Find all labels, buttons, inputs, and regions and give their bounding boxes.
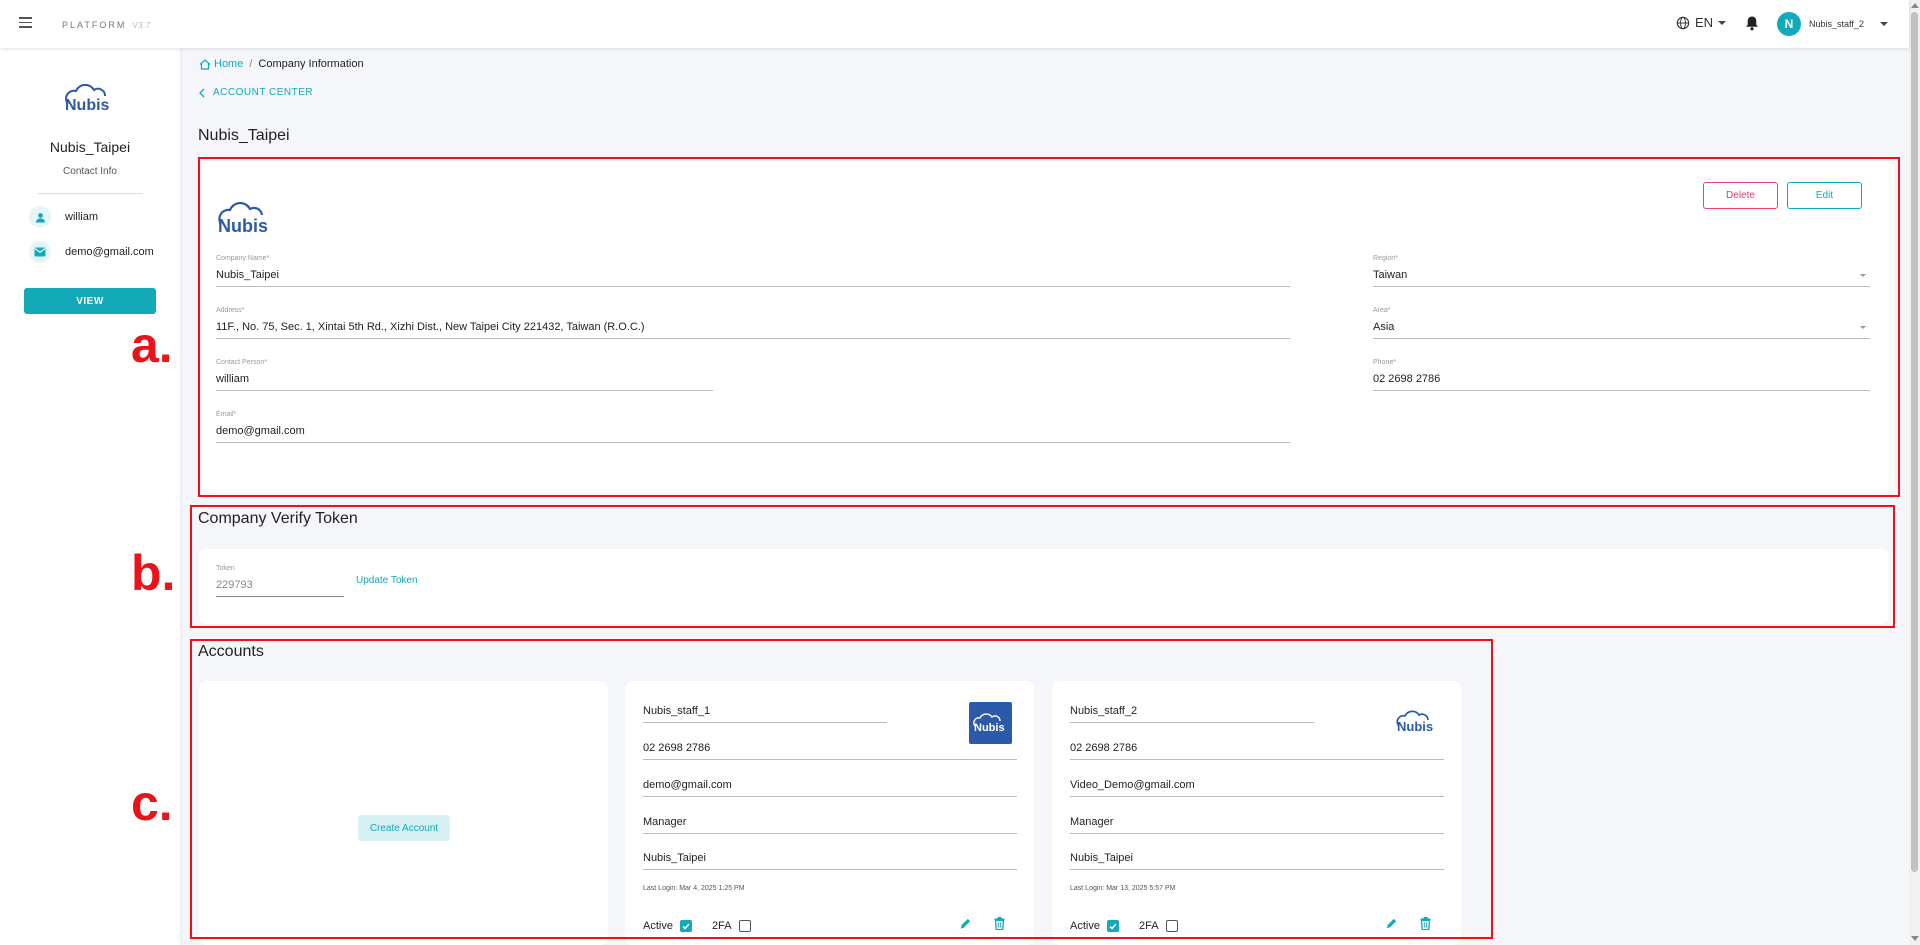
email-text: demo@gmail.com bbox=[65, 246, 154, 258]
back-to-account-center[interactable]: ACCOUNT CENTER bbox=[199, 87, 313, 98]
company-card-logo: Nubis bbox=[215, 201, 279, 239]
company-name-field[interactable]: Company Name* Nubis_Taipei bbox=[216, 255, 1290, 287]
twofa-checkbox[interactable] bbox=[738, 920, 751, 932]
breadcrumb-home[interactable]: Home bbox=[199, 58, 243, 70]
phone-field[interactable]: Phone* 02 2698 2786 bbox=[1373, 359, 1870, 391]
account-phone[interactable]: 02 2698 2786 bbox=[643, 742, 1017, 760]
token-field: Token 229793 bbox=[216, 565, 344, 597]
annotation-label-b: b. bbox=[131, 545, 176, 601]
area-value[interactable]: Asia bbox=[1373, 321, 1870, 339]
version-label: V3.7 bbox=[132, 21, 151, 30]
person-icon bbox=[29, 206, 51, 228]
company-info-card: Nubis Delete Edit Company Name* Nubis_Ta… bbox=[203, 162, 1894, 492]
chevron-down-icon bbox=[1879, 22, 1888, 26]
contact-info-label: Contact Info bbox=[63, 166, 117, 177]
contact-person-input[interactable]: william bbox=[216, 373, 713, 391]
company-logo: Nubis bbox=[62, 83, 120, 117]
email-field[interactable]: Email* demo@gmail.com bbox=[216, 411, 1290, 443]
area-select[interactable]: Area* Asia bbox=[1373, 307, 1870, 339]
token-card: Token 229793 Update Token bbox=[199, 549, 1889, 624]
last-login: Last Login: Mar 4, 2025 1:25 PM bbox=[643, 885, 745, 892]
account-actions bbox=[959, 917, 1005, 933]
account-username[interactable]: Nubis_staff_2 bbox=[1070, 705, 1314, 723]
svg-text:Nubis: Nubis bbox=[974, 722, 1005, 734]
edit-button[interactable]: Edit bbox=[1787, 182, 1862, 209]
token-section-title: Company Verify Token bbox=[198, 510, 358, 527]
page-scrollbar[interactable] bbox=[1909, 0, 1920, 945]
mail-icon bbox=[29, 241, 51, 263]
svg-text:Nubis: Nubis bbox=[218, 216, 268, 236]
breadcrumb: Home / Company Information bbox=[199, 58, 364, 70]
trash-icon[interactable] bbox=[1420, 917, 1431, 933]
contact-person-text: william bbox=[65, 211, 98, 223]
account-flags: Active 2FA bbox=[643, 920, 751, 932]
annotation-label-a: a. bbox=[131, 317, 173, 373]
account-avatar-logo: Nubis bbox=[969, 702, 1012, 744]
edit-pencil-icon[interactable] bbox=[1385, 917, 1398, 933]
platform-brand: PLATFORM V3.7 bbox=[62, 20, 151, 30]
language-selector[interactable]: EN bbox=[1676, 15, 1727, 30]
user-menu[interactable]: N Nubis_staff_2 bbox=[1777, 12, 1888, 36]
sidebar-contact-person: william bbox=[29, 206, 98, 228]
token-value: 229793 bbox=[216, 579, 344, 597]
divider bbox=[38, 193, 143, 194]
account-flags: Active 2FA bbox=[1070, 920, 1178, 932]
account-phone[interactable]: 02 2698 2786 bbox=[1070, 742, 1444, 760]
scroll-up-arrow-icon[interactable] bbox=[1911, 3, 1919, 8]
phone-input[interactable]: 02 2698 2786 bbox=[1373, 373, 1870, 391]
update-token-button[interactable]: Update Token bbox=[356, 575, 418, 586]
account-username[interactable]: Nubis_staff_1 bbox=[643, 705, 887, 723]
create-account-card: Create Account bbox=[199, 681, 608, 945]
scroll-thumb[interactable] bbox=[1911, 12, 1918, 872]
address-input[interactable]: 11F., No. 75, Sec. 1, Xintai 5th Rd., Xi… bbox=[216, 321, 1290, 339]
edit-pencil-icon[interactable] bbox=[959, 917, 972, 933]
company-name-input[interactable]: Nubis_Taipei bbox=[216, 269, 1290, 287]
avatar: N bbox=[1777, 12, 1801, 36]
annotation-label-c: c. bbox=[131, 775, 173, 831]
chevron-left-icon bbox=[199, 88, 205, 97]
scroll-down-arrow-icon[interactable] bbox=[1911, 936, 1919, 941]
view-button[interactable]: VIEW bbox=[24, 288, 156, 314]
globe-icon bbox=[1676, 16, 1690, 29]
account-company[interactable]: Nubis_Taipei bbox=[1070, 852, 1444, 870]
hamburger-menu-icon[interactable] bbox=[19, 17, 32, 28]
active-checkbox[interactable] bbox=[1106, 920, 1119, 932]
notification-bell-icon[interactable] bbox=[1745, 15, 1759, 34]
svg-text:Nubis: Nubis bbox=[65, 97, 110, 114]
account-card: Nubis_staff_2 02 2698 2786 Video_Demo@gm… bbox=[1052, 681, 1461, 945]
home-icon bbox=[199, 58, 211, 70]
accounts-section-title: Accounts bbox=[198, 643, 264, 660]
trash-icon[interactable] bbox=[994, 917, 1005, 933]
region-value[interactable]: Taiwan bbox=[1373, 269, 1870, 287]
twofa-checkbox[interactable] bbox=[1165, 920, 1178, 932]
region-select[interactable]: Region* Taiwan bbox=[1373, 255, 1870, 287]
account-email[interactable]: demo@gmail.com bbox=[643, 779, 1017, 797]
active-checkbox[interactable] bbox=[679, 920, 692, 932]
email-input[interactable]: demo@gmail.com bbox=[216, 425, 1290, 443]
svg-text:Nubis: Nubis bbox=[1397, 719, 1433, 734]
account-email[interactable]: Video_Demo@gmail.com bbox=[1070, 779, 1444, 797]
page-title: Nubis_Taipei bbox=[198, 127, 290, 144]
language-label: EN bbox=[1695, 15, 1714, 30]
account-card: Nubis_staff_1 02 2698 2786 demo@gmail.co… bbox=[625, 681, 1034, 945]
sidebar-company-name: Nubis_Taipei bbox=[49, 139, 131, 155]
account-role[interactable]: Manager bbox=[643, 816, 1017, 834]
breadcrumb-current: Company Information bbox=[258, 58, 364, 70]
sidebar-email: demo@gmail.com bbox=[29, 241, 154, 263]
chevron-down-icon bbox=[1718, 20, 1727, 25]
contact-person-field[interactable]: Contact Person* william bbox=[216, 359, 713, 391]
account-avatar-logo: Nubis bbox=[1395, 709, 1441, 738]
user-name: Nubis_staff_2 bbox=[1809, 19, 1864, 29]
address-field[interactable]: Address* 11F., No. 75, Sec. 1, Xintai 5t… bbox=[216, 307, 1290, 339]
delete-button[interactable]: Delete bbox=[1703, 182, 1778, 209]
create-account-button[interactable]: Create Account bbox=[358, 815, 450, 841]
account-role[interactable]: Manager bbox=[1070, 816, 1444, 834]
account-company[interactable]: Nubis_Taipei bbox=[643, 852, 1017, 870]
account-actions bbox=[1385, 917, 1431, 933]
last-login: Last Login: Mar 13, 2025 5:57 PM bbox=[1070, 885, 1176, 892]
top-bar: PLATFORM V3.7 EN N Nubis_staff_2 bbox=[0, 0, 1909, 48]
